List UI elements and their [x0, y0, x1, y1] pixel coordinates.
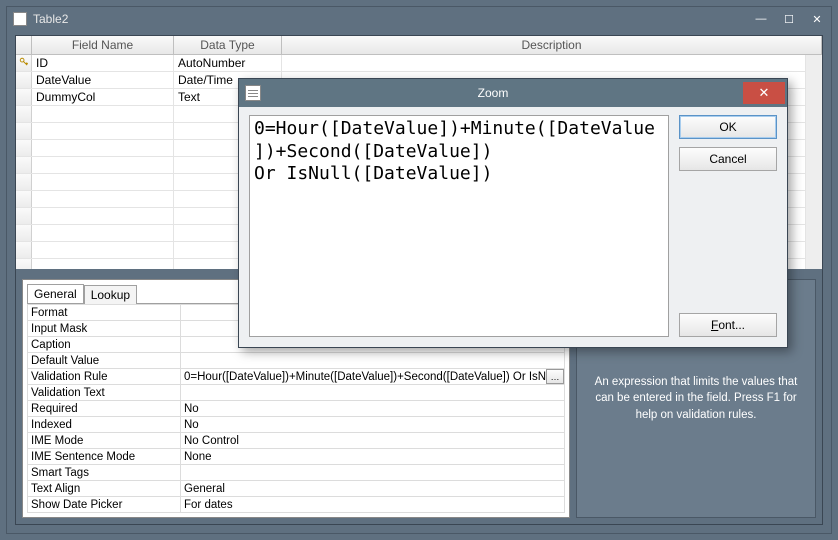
maximize-button[interactable]: ☐ [775, 9, 803, 29]
row-selector-header[interactable] [16, 36, 32, 54]
property-label: Caption [27, 337, 181, 352]
property-value[interactable] [181, 465, 565, 480]
property-value[interactable]: For dates [181, 497, 565, 512]
field-name-cell[interactable] [32, 191, 174, 207]
dialog-title: Zoom [245, 86, 741, 100]
row-selector[interactable] [16, 89, 32, 105]
window-title: Table2 [33, 12, 68, 26]
field-name-cell[interactable] [32, 208, 174, 224]
property-label: Text Align [27, 481, 181, 496]
property-row[interactable]: Validation Text [27, 385, 565, 401]
property-row[interactable]: IME Sentence ModeNone [27, 449, 565, 465]
row-selector[interactable] [16, 55, 32, 71]
description-cell[interactable] [282, 55, 806, 71]
data-type-header[interactable]: Data Type [174, 36, 282, 54]
property-row[interactable]: Text AlignGeneral [27, 481, 565, 497]
data-type-cell[interactable]: AutoNumber [174, 55, 282, 71]
property-label: Show Date Picker [27, 497, 181, 512]
grid-header: Field Name Data Type Description [16, 36, 822, 55]
property-value[interactable]: General [181, 481, 565, 496]
description-header[interactable]: Description [282, 36, 822, 54]
row-selector[interactable] [16, 174, 32, 190]
field-name-cell[interactable] [32, 242, 174, 258]
zoom-dialog: Zoom ✕ OK Cancel Font... [238, 78, 788, 348]
row-selector[interactable] [16, 106, 32, 122]
property-label: IME Mode [27, 433, 181, 448]
property-label: Validation Text [27, 385, 181, 400]
field-name-cell[interactable] [32, 259, 174, 270]
row-selector[interactable] [16, 242, 32, 258]
field-name-header[interactable]: Field Name [32, 36, 174, 54]
table-icon [13, 12, 27, 26]
property-label: Smart Tags [27, 465, 181, 480]
window-title-bar[interactable]: Table2 — ☐ ✕ [7, 7, 831, 31]
property-row[interactable]: Default Value [27, 353, 565, 369]
field-name-cell[interactable] [32, 106, 174, 122]
property-value[interactable]: No [181, 401, 565, 416]
property-row[interactable]: RequiredNo [27, 401, 565, 417]
row-selector[interactable] [16, 72, 32, 88]
property-label: Required [27, 401, 181, 416]
row-selector[interactable] [16, 191, 32, 207]
property-label: Indexed [27, 417, 181, 432]
property-row[interactable]: IME ModeNo Control [27, 433, 565, 449]
property-value[interactable]: 0=Hour([DateValue])+Minute([DateValue])+… [181, 369, 565, 384]
zoom-textarea[interactable] [249, 115, 669, 337]
dialog-title-bar[interactable]: Zoom ✕ [239, 79, 787, 107]
field-name-cell[interactable]: DateValue [32, 72, 174, 88]
row-selector[interactable] [16, 259, 32, 270]
cancel-button[interactable]: Cancel [679, 147, 777, 171]
field-name-cell[interactable] [32, 140, 174, 156]
property-row[interactable]: Smart Tags [27, 465, 565, 481]
ok-button[interactable]: OK [679, 115, 777, 139]
field-name-cell[interactable]: DummyCol [32, 89, 174, 105]
field-name-cell[interactable]: ID [32, 55, 174, 71]
dialog-close-button[interactable]: ✕ [743, 82, 785, 104]
field-name-cell[interactable] [32, 157, 174, 173]
field-name-cell[interactable] [32, 123, 174, 139]
property-value[interactable]: None [181, 449, 565, 464]
property-label: IME Sentence Mode [27, 449, 181, 464]
property-row[interactable]: Validation Rule0=Hour([DateValue])+Minut… [27, 369, 565, 385]
property-label: Format [27, 305, 181, 320]
row-selector[interactable] [16, 225, 32, 241]
form-icon [245, 85, 261, 101]
property-label: Input Mask [27, 321, 181, 336]
row-selector[interactable] [16, 140, 32, 156]
minimize-button[interactable]: — [747, 9, 775, 29]
close-button[interactable]: ✕ [803, 9, 831, 29]
tab-general[interactable]: General [27, 284, 84, 303]
property-value[interactable]: No Control [181, 433, 565, 448]
property-value[interactable] [181, 353, 565, 368]
row-selector[interactable] [16, 123, 32, 139]
property-row[interactable]: IndexedNo [27, 417, 565, 433]
close-icon: ✕ [759, 85, 770, 101]
table-row[interactable]: IDAutoNumber [16, 55, 806, 72]
row-selector[interactable] [16, 157, 32, 173]
property-label: Validation Rule [27, 369, 181, 384]
property-value[interactable]: No [181, 417, 565, 432]
font-button[interactable]: Font... [679, 313, 777, 337]
field-name-cell[interactable] [32, 174, 174, 190]
primary-key-icon [19, 56, 29, 70]
row-selector[interactable] [16, 208, 32, 224]
help-text: An expression that limits the values tha… [589, 374, 803, 422]
field-name-cell[interactable] [32, 225, 174, 241]
property-label: Default Value [27, 353, 181, 368]
property-row[interactable]: Show Date PickerFor dates [27, 497, 565, 513]
property-value[interactable] [181, 385, 565, 400]
builder-button[interactable]: … [546, 369, 564, 384]
tab-lookup[interactable]: Lookup [84, 285, 137, 304]
